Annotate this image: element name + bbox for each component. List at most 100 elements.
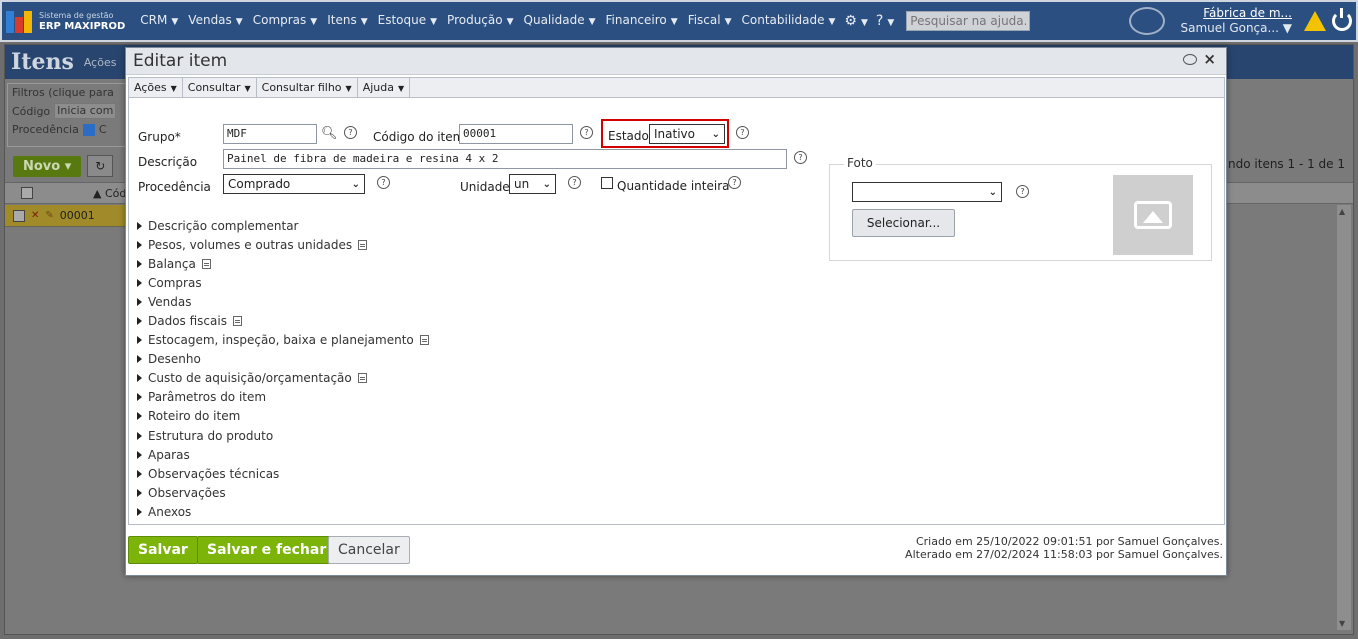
expand-icon bbox=[137, 393, 142, 402]
page-actions-menu[interactable]: Ações bbox=[84, 56, 117, 69]
descricao-label: Descrição bbox=[138, 155, 198, 169]
power-icon[interactable] bbox=[1332, 8, 1352, 31]
scroll-down-icon[interactable]: ▼ bbox=[1339, 619, 1345, 628]
table-row[interactable]: ✕ ✎ 00001 bbox=[5, 205, 125, 227]
pagination-info: bindo itens 1 - 1 de 1 bbox=[1217, 157, 1345, 171]
section-observacoes-tecnicas[interactable]: Observações técnicas bbox=[137, 464, 429, 483]
grupo-input[interactable]: MDF bbox=[223, 124, 317, 144]
expand-icon bbox=[137, 469, 142, 478]
gear-icon[interactable]: ⚙ ▼ bbox=[840, 13, 871, 29]
caret-down-icon: ▼ bbox=[670, 17, 678, 27]
section-vendas[interactable]: Vendas bbox=[137, 292, 429, 311]
caret-down-icon: ▼ bbox=[828, 17, 836, 27]
section-roteiro[interactable]: Roteiro do item bbox=[137, 407, 429, 426]
grupo-label: Grupo* bbox=[138, 130, 181, 144]
procedencia-select[interactable]: Comprado ⌄ bbox=[223, 174, 365, 194]
edit-icon[interactable]: ✎ bbox=[45, 210, 53, 221]
filter-codigo-select[interactable]: Inicia com bbox=[54, 103, 117, 119]
help-icon[interactable]: ? bbox=[377, 176, 390, 189]
section-compras[interactable]: Compras bbox=[137, 273, 429, 292]
nav-contabilidade[interactable]: Contabilidade ▼ bbox=[737, 13, 841, 29]
scroll-up-icon[interactable]: ▲ bbox=[1339, 207, 1345, 216]
help-icon[interactable]: ? bbox=[736, 126, 749, 139]
section-parametros[interactable]: Parâmetros do item bbox=[137, 388, 429, 407]
novo-button[interactable]: Novo ▾ bbox=[13, 155, 82, 177]
section-descricao-complementar[interactable]: Descrição complementar bbox=[137, 216, 429, 235]
delete-icon[interactable]: ✕ bbox=[31, 210, 39, 221]
chevron-down-icon: ⌄ bbox=[711, 128, 720, 140]
nav-vendas[interactable]: Vendas ▼ bbox=[183, 13, 247, 29]
section-estrutura[interactable]: Estrutura do produto bbox=[137, 426, 429, 445]
help-search-input[interactable] bbox=[906, 11, 1031, 31]
filters-title[interactable]: Filtros (clique para bbox=[12, 86, 122, 99]
foto-legend: Foto bbox=[844, 156, 876, 170]
help-icon[interactable]: ? bbox=[568, 176, 581, 189]
estado-select[interactable]: Inativo ⌄ bbox=[649, 124, 725, 144]
menu-consultar[interactable]: Consultar ▼ bbox=[183, 78, 257, 97]
row-checkbox[interactable] bbox=[13, 209, 25, 222]
section-pesos-volumes[interactable]: Pesos, volumes e outras unidades bbox=[137, 235, 429, 254]
nav-producao[interactable]: Produção ▼ bbox=[442, 13, 518, 29]
section-desenho[interactable]: Desenho bbox=[137, 350, 429, 369]
main-menu: CRM ▼ Vendas ▼ Compras ▼ Itens ▼ Estoque ▼ Pr… bbox=[135, 13, 898, 29]
section-dados-fiscais[interactable]: Dados fiscais bbox=[137, 311, 429, 330]
company-link[interactable]: Fábrica de m... bbox=[1181, 6, 1292, 21]
nav-fiscal[interactable]: Fiscal ▼ bbox=[683, 13, 737, 29]
comment-icon[interactable] bbox=[1183, 54, 1198, 65]
select-photo-button[interactable]: Selecionar... bbox=[852, 209, 955, 237]
user-menu[interactable]: Samuel Gonça... ▼ bbox=[1181, 21, 1292, 36]
section-custo-aquisicao[interactable]: Custo de aquisição/orçamentação bbox=[137, 369, 429, 388]
filter-procedencia-label: Procedência bbox=[12, 123, 79, 136]
item-form: Grupo* MDF 🔍︎ ? Código do item 00001 ? E… bbox=[128, 98, 1225, 525]
codigo-input[interactable]: 00001 bbox=[459, 124, 573, 144]
cancel-button[interactable]: Cancelar bbox=[328, 536, 410, 564]
menu-acoes[interactable]: Ações ▼ bbox=[129, 78, 183, 97]
row-code: 00001 bbox=[59, 209, 95, 222]
logo[interactable]: Sistema de gestão ERP MAXIPROD bbox=[6, 9, 125, 33]
section-aparas[interactable]: Aparas bbox=[137, 445, 429, 464]
nav-compras[interactable]: Compras ▼ bbox=[248, 13, 323, 29]
nav-crm[interactable]: CRM ▼ bbox=[135, 13, 183, 29]
unidade-select[interactable]: un ⌄ bbox=[509, 174, 556, 194]
nav-qualidade[interactable]: Qualidade ▼ bbox=[519, 13, 601, 29]
refresh-icon[interactable]: ↻ bbox=[87, 155, 114, 177]
descricao-input[interactable]: Painel de fibra de madeira e resina 4 x … bbox=[223, 149, 787, 169]
help-icon[interactable]: ? bbox=[580, 126, 593, 139]
nav-financeiro[interactable]: Financeiro ▼ bbox=[601, 13, 683, 29]
help-icon[interactable]: ? bbox=[344, 126, 357, 139]
document-icon bbox=[358, 239, 368, 250]
filter-procedencia-checkbox[interactable] bbox=[82, 123, 95, 136]
section-balanca[interactable]: Balança bbox=[137, 254, 429, 273]
warning-icon[interactable] bbox=[1304, 11, 1326, 31]
expand-icon bbox=[137, 317, 142, 326]
caret-down-icon: ▼ bbox=[360, 17, 368, 27]
save-close-button[interactable]: Salvar e fechar bbox=[197, 536, 337, 564]
caret-down-icon: ▼ bbox=[506, 17, 514, 27]
chat-icon[interactable] bbox=[1128, 7, 1165, 35]
foto-select[interactable]: ⌄ bbox=[852, 182, 1002, 202]
help-icon[interactable]: ? bbox=[794, 151, 807, 164]
section-observacoes[interactable]: Observações bbox=[137, 483, 429, 502]
close-icon[interactable]: × bbox=[1203, 52, 1216, 67]
help-icon[interactable]: ? bbox=[728, 176, 741, 189]
select-all-checkbox[interactable] bbox=[21, 187, 33, 199]
document-icon bbox=[232, 316, 242, 327]
section-estocagem[interactable]: Estocagem, inspeção, baixa e planejament… bbox=[137, 331, 429, 350]
menu-ajuda[interactable]: Ajuda ▼ bbox=[358, 78, 411, 97]
search-icon[interactable]: 🔍︎ bbox=[321, 126, 338, 141]
help-icon[interactable]: ? ▼ bbox=[872, 13, 898, 29]
document-icon bbox=[201, 258, 211, 269]
scrollbar[interactable]: ▲ ▼ bbox=[1337, 205, 1351, 630]
save-button[interactable]: Salvar bbox=[128, 536, 198, 564]
logo-mark-icon bbox=[6, 9, 34, 33]
image-icon bbox=[1134, 201, 1172, 229]
quantidade-inteira-checkbox[interactable] bbox=[601, 177, 613, 189]
section-anexos[interactable]: Anexos bbox=[137, 502, 429, 521]
caret-down-icon: ▼ bbox=[724, 17, 732, 27]
help-icon[interactable]: ? bbox=[1016, 185, 1029, 198]
grid-header-code[interactable]: ▲ Cód bbox=[93, 187, 126, 200]
nav-itens[interactable]: Itens ▼ bbox=[322, 13, 372, 29]
expand-icon bbox=[137, 240, 142, 249]
nav-estoque[interactable]: Estoque ▼ bbox=[373, 13, 442, 29]
menu-consultar-filho[interactable]: Consultar filho ▼ bbox=[257, 78, 358, 97]
